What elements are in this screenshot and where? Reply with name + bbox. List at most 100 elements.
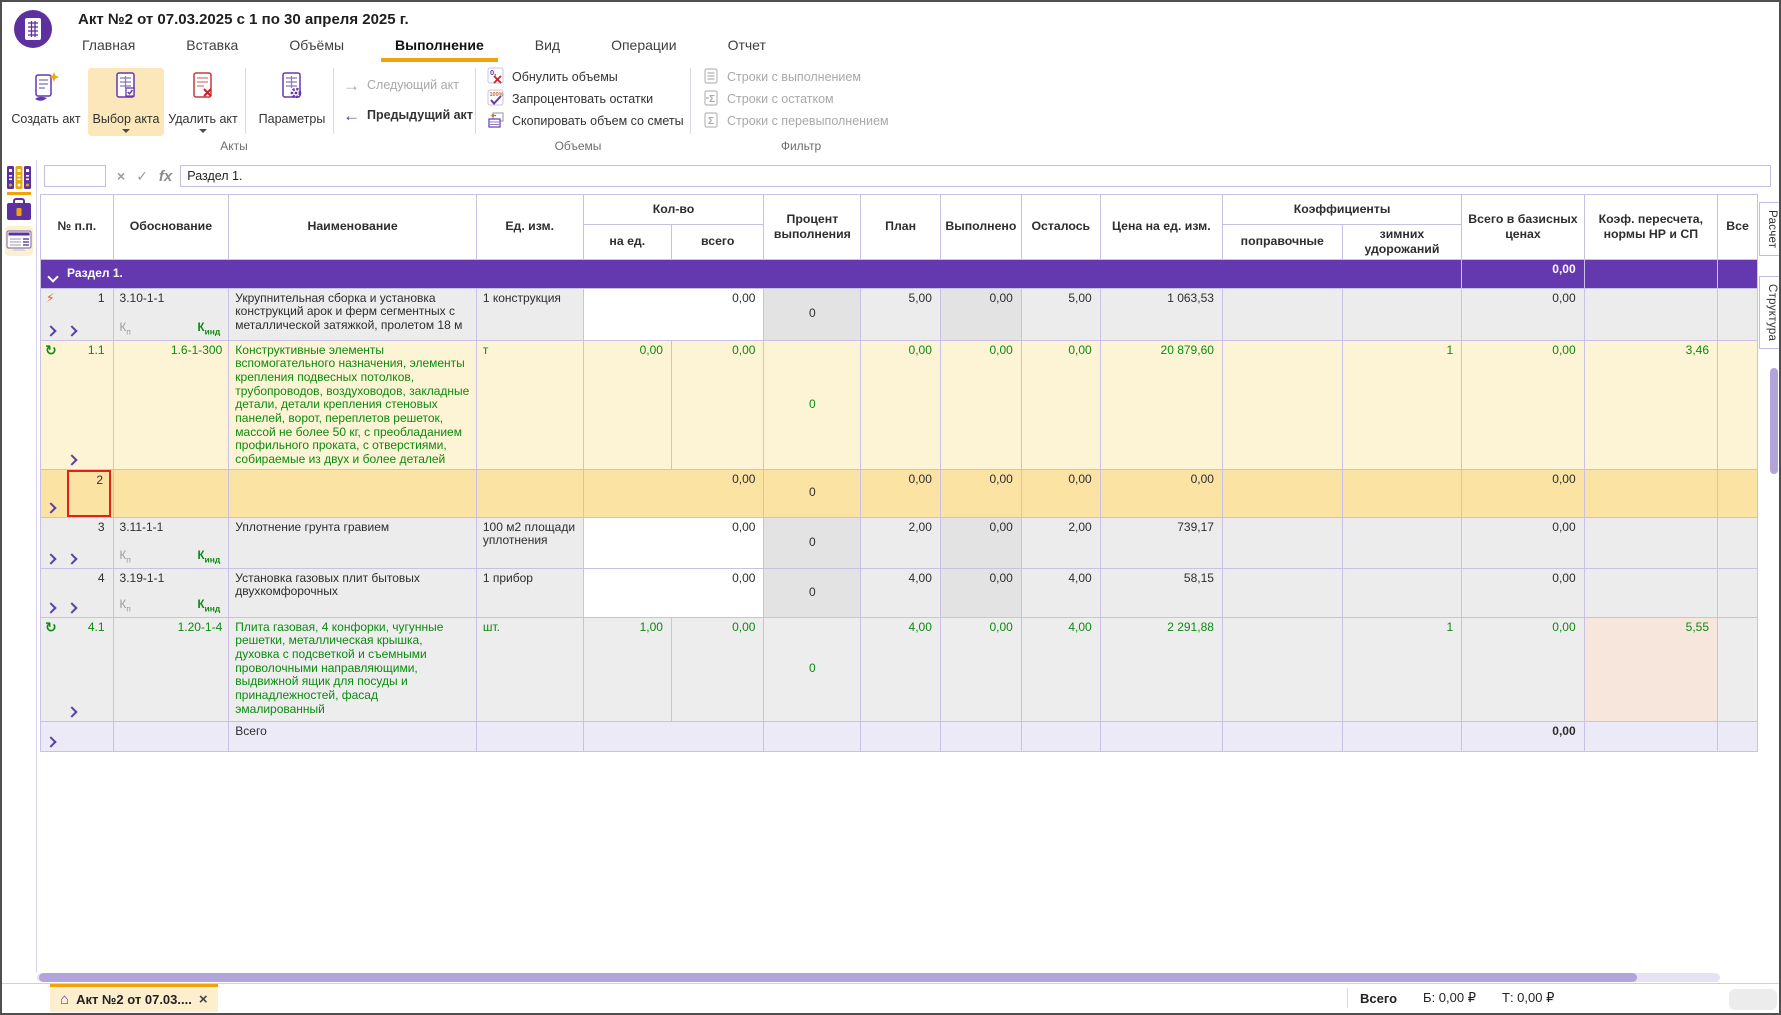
cell-left[interactable]: 4,00 — [1021, 568, 1100, 617]
delete-act-button[interactable]: Удалить акт — [165, 68, 241, 136]
resource-row[interactable]: ↻ 4.1 1.20-1-4 Плита газовая, 4 конфорки… — [41, 617, 1758, 721]
cell-plan[interactable]: 4,00 — [861, 617, 941, 721]
totals-row[interactable]: Всего 0,00 — [41, 721, 1758, 751]
expand-icon[interactable] — [66, 602, 77, 613]
cell-num[interactable]: 3 — [41, 517, 114, 568]
copy-volume-button[interactable]: Скопировать объем со сметы — [487, 110, 684, 132]
cell-recalc[interactable]: 3,46 — [1584, 340, 1717, 469]
item-row[interactable]: ⚡ 1 3.10-1-1 КпКинд Укрупнительная сборк… — [41, 288, 1758, 340]
corner-widget[interactable] — [1729, 989, 1777, 1010]
expand-icon[interactable] — [45, 736, 56, 747]
scrollbar-track[interactable] — [37, 973, 1720, 982]
expand-icon[interactable] — [66, 706, 77, 717]
percent-remainders-button[interactable]: 100% Запроцентовать остатки — [487, 88, 684, 110]
cell-qty-per[interactable]: 1,00 — [583, 617, 671, 721]
cell-total-base[interactable]: 0,00 — [1462, 259, 1584, 288]
confirm-icon[interactable]: ✓ — [136, 168, 148, 185]
cell-qty-total[interactable]: 0,00 — [583, 568, 764, 617]
cell-num[interactable]: ↻ 1.1 — [41, 340, 114, 469]
expand-icon[interactable] — [66, 325, 77, 336]
cell-num[interactable] — [41, 721, 114, 751]
cell-done[interactable]: 0,00 — [940, 517, 1021, 568]
cell-unit[interactable]: шт. — [476, 617, 583, 721]
prev-act-button[interactable]: ← Предыдущий акт — [343, 104, 473, 126]
expand-icon[interactable] — [66, 553, 77, 564]
collapse-section-icon[interactable] — [47, 271, 58, 282]
cell-price[interactable]: 1 063,53 — [1100, 288, 1222, 340]
selected-empty-row[interactable]: 2 0,00 0 0,00 0,00 0,00 0,00 0,00 — [41, 469, 1758, 517]
tab-vstavka[interactable]: Вставка — [184, 33, 240, 62]
item-row[interactable]: 4 3.19-1-1 КпКинд Установка газовых плит… — [41, 568, 1758, 617]
cell-name[interactable]: Конструктивные элементы вспомогательного… — [229, 340, 477, 469]
cell-ref-input[interactable] — [44, 165, 106, 187]
cell-num[interactable]: 4 — [41, 568, 114, 617]
cell-basis[interactable]: 1.6-1-300 — [113, 340, 229, 469]
zero-volumes-button[interactable]: 0, Обнулить объемы — [487, 66, 684, 88]
cell-left[interactable]: 2,00 — [1021, 517, 1100, 568]
cell-basis[interactable]: 3.11-1-1 КпКинд — [113, 517, 229, 568]
binders-panel-icon[interactable] — [5, 164, 33, 197]
cell-done[interactable]: 0,00 — [940, 469, 1021, 517]
tab-glavnaya[interactable]: Главная — [80, 33, 137, 62]
side-tab-struktura[interactable]: Структура — [1759, 276, 1780, 349]
cell-left[interactable]: 0,00 — [1021, 469, 1100, 517]
select-act-button[interactable]: Выбор акта — [88, 68, 164, 136]
item-row[interactable]: 3 3.11-1-1 КпКинд Уплотнение грунта грав… — [41, 517, 1758, 568]
cell-left[interactable]: 0,00 — [1021, 340, 1100, 469]
cell-qty-total[interactable]: 0,00 — [671, 617, 763, 721]
tab-vypolnenie[interactable]: Выполнение — [393, 33, 486, 62]
cell-basis[interactable]: 3.19-1-1 КпКинд — [113, 568, 229, 617]
cell-qty-per[interactable]: 0,00 — [583, 340, 671, 469]
cell-plan[interactable]: 4,00 — [861, 568, 941, 617]
expand-icon[interactable] — [66, 454, 77, 465]
cell-price[interactable]: 0,00 — [1100, 469, 1222, 517]
cell-done[interactable]: 0,00 — [940, 340, 1021, 469]
close-icon[interactable]: × — [199, 991, 208, 1008]
cell-plan[interactable]: 0,00 — [861, 340, 941, 469]
cell-done[interactable]: 0,00 — [940, 617, 1021, 721]
cell-num[interactable]: ↻ 4.1 — [41, 617, 114, 721]
formula-input[interactable] — [180, 165, 1771, 187]
expand-icon[interactable] — [45, 602, 56, 613]
resource-row[interactable]: ↻ 1.1 1.6-1-300 Конструктивные элементы … — [41, 340, 1758, 469]
tab-operacii[interactable]: Операции — [609, 33, 679, 62]
cell-qty-total[interactable]: 0,00 — [583, 288, 764, 340]
estimate-sheet-panel-icon[interactable] — [5, 226, 33, 256]
fx-icon[interactable]: fx — [159, 168, 172, 185]
cell-percent[interactable]: 0 — [764, 340, 861, 469]
cell-name[interactable]: Установка газовых плит бытовых двухкомфо… — [229, 568, 477, 617]
cell-name[interactable]: Уплотнение грунта гравием — [229, 517, 477, 568]
cell-left[interactable]: 4,00 — [1021, 617, 1100, 721]
cell-price[interactable]: 739,17 — [1100, 517, 1222, 568]
cell-done[interactable]: 0,00 — [940, 288, 1021, 340]
create-act-button[interactable]: Создать акт — [8, 68, 84, 136]
cell-percent[interactable]: 0 — [764, 469, 861, 517]
cell-total-base[interactable]: 0,00 — [1462, 288, 1584, 340]
cell-percent[interactable]: 0 — [764, 517, 861, 568]
cell-total-base[interactable]: 0,00 — [1462, 469, 1584, 517]
params-button[interactable]: Параметры — [254, 68, 330, 136]
cell-recalc[interactable]: 5,55 — [1584, 617, 1717, 721]
cell-plan[interactable]: 0,00 — [861, 469, 941, 517]
cell-qty-total[interactable]: 0,00 — [583, 517, 764, 568]
cell-total-base[interactable]: 0,00 — [1462, 617, 1584, 721]
cell-coef-winter[interactable]: 1 — [1342, 617, 1462, 721]
cell-plan[interactable]: 2,00 — [861, 517, 941, 568]
briefcase-panel-icon[interactable] — [5, 198, 33, 222]
tab-otchet[interactable]: Отчет — [726, 33, 768, 62]
cell-basis[interactable]: 3.10-1-1 КпКинд — [113, 288, 229, 340]
cell-name[interactable]: Укрупнительная сборка и установка констр… — [229, 288, 477, 340]
cell-percent[interactable]: 0 — [764, 617, 861, 721]
cell-total-base[interactable]: 0,00 — [1462, 517, 1584, 568]
cell-total-base[interactable]: 0,00 — [1462, 568, 1584, 617]
cell-unit[interactable]: 100 м2 площади уплотнения — [476, 517, 583, 568]
section-row[interactable]: Раздел 1. 0,00 — [41, 259, 1758, 288]
cell-qty-total[interactable]: 0,00 — [583, 469, 764, 517]
tab-obyomy[interactable]: Объёмы — [287, 33, 346, 62]
cell-price[interactable]: 2 291,88 — [1100, 617, 1222, 721]
cell-unit[interactable]: т — [476, 340, 583, 469]
cell-total-base[interactable]: 0,00 — [1462, 340, 1584, 469]
cell-left[interactable]: 5,00 — [1021, 288, 1100, 340]
cell-coef-winter[interactable]: 1 — [1342, 340, 1462, 469]
cell-percent[interactable]: 0 — [764, 288, 861, 340]
